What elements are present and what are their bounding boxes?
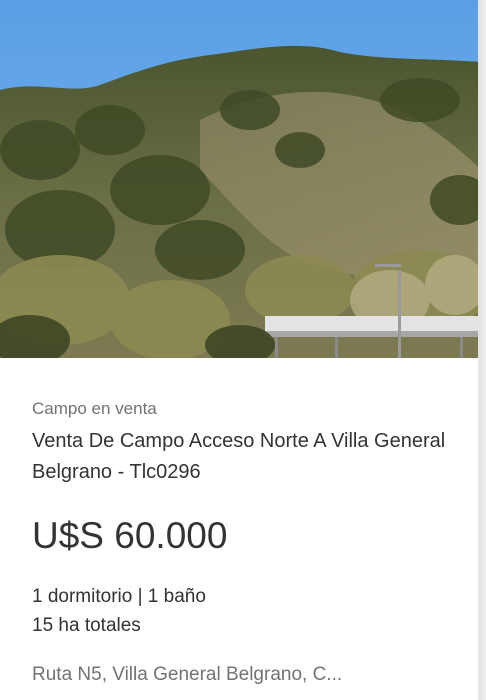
area-attribute: 15 ha totales [32, 615, 141, 636]
scrollbar[interactable] [478, 0, 482, 700]
listing-card[interactable]: Campo en venta Venta De Campo Acceso Nor… [0, 0, 482, 700]
listing-location: Ruta N5, Villa General Belgrano, C... [32, 664, 343, 685]
listing-category: Campo en venta [32, 399, 157, 418]
listing-info: Campo en venta Venta De Campo Acceso Nor… [0, 358, 482, 688]
listing-photo[interactable] [0, 0, 482, 358]
listing-title[interactable]: Venta De Campo Acceso Norte A Villa Gene… [32, 426, 452, 488]
hillside-landscape-image [0, 45, 482, 358]
listing-attributes: 1 dormitorio | 1 baño 15 ha totales [32, 582, 482, 640]
rooms-attribute: 1 dormitorio | 1 baño [32, 586, 206, 607]
listing-price: U$S 60.000 [32, 515, 228, 556]
